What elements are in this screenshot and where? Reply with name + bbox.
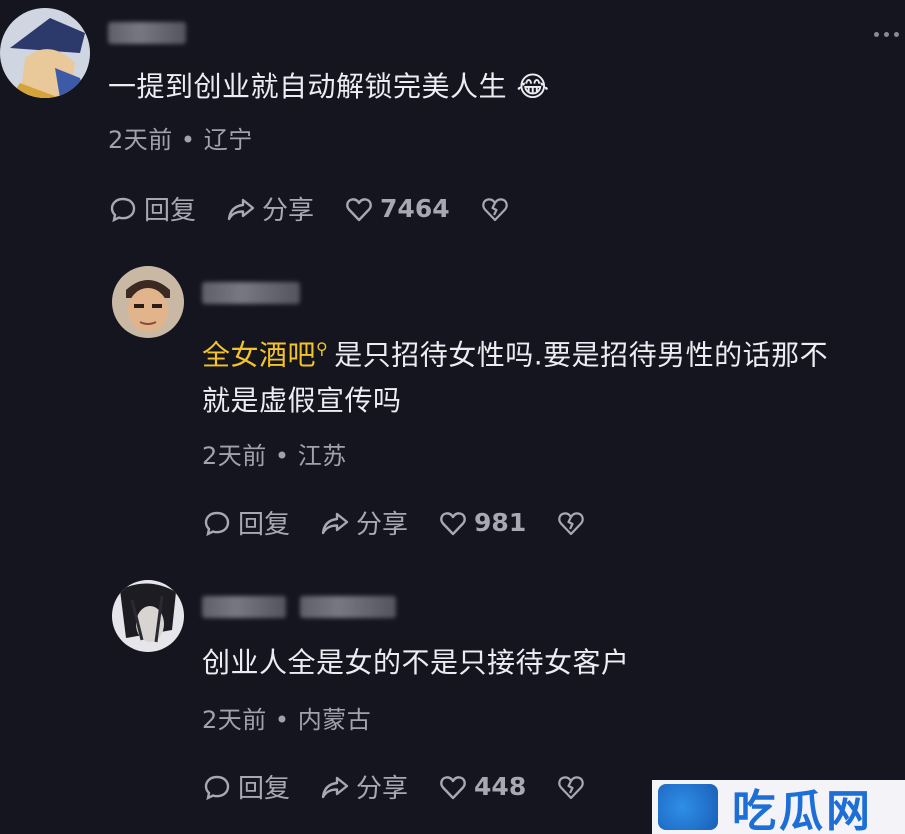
username-blurred[interactable] <box>108 22 186 44</box>
like-count: 981 <box>474 508 527 537</box>
comment-text: 创业人全是女的不是只接待女客户 <box>202 646 630 679</box>
watermark-text: 吃瓜网 <box>732 786 873 834</box>
keyword-link[interactable]: 全女酒吧 <box>202 338 316 371</box>
watermark: 吃瓜网 <box>652 780 905 834</box>
search-icon[interactable]: ⚲ <box>316 339 328 358</box>
share-icon <box>227 198 255 220</box>
username-tag-blurred <box>300 596 396 618</box>
like-heart-icon <box>440 775 466 799</box>
reply-icon <box>204 775 230 800</box>
reply-button[interactable]: 回复 <box>202 504 290 541</box>
like-heart-icon <box>346 197 372 221</box>
username-blurred[interactable] <box>202 282 300 304</box>
comment-actions: 回复 分享 7464 <box>108 190 546 227</box>
reply-icon <box>204 511 230 536</box>
comment-meta: 2天前 • 内蒙古 <box>202 700 371 735</box>
dislike-button[interactable] <box>556 508 592 538</box>
comment-text-line2: 就是虚假宣传吗 <box>202 384 402 417</box>
reply-label: 回复 <box>238 510 291 540</box>
comment-time: 2天前 <box>108 126 173 154</box>
meta-separator: • <box>274 442 290 470</box>
comment-time: 2天前 <box>202 706 267 734</box>
comment-text: 一提到创业就自动解锁完美人生 😂 <box>108 70 550 103</box>
dislike-heart-icon <box>481 197 508 221</box>
share-button[interactable]: 分享 <box>226 190 314 227</box>
reply-button[interactable]: 回复 <box>202 768 290 805</box>
comment-actions: 回复 分享 448 <box>202 768 622 805</box>
dislike-heart-icon <box>558 775 584 799</box>
more-options-icon[interactable] <box>874 32 899 37</box>
like-button[interactable]: 981 <box>438 508 526 538</box>
share-icon <box>321 776 349 798</box>
comment-location: 内蒙古 <box>297 706 372 734</box>
comment-location: 江苏 <box>297 442 347 470</box>
share-label: 分享 <box>356 510 409 540</box>
reply-label: 回复 <box>144 196 197 226</box>
username-blurred[interactable] <box>202 596 286 618</box>
like-count: 7464 <box>380 194 450 223</box>
avatar-image <box>0 8 90 98</box>
like-button[interactable]: 7464 <box>344 194 450 224</box>
like-count: 448 <box>474 772 527 801</box>
share-label: 分享 <box>262 196 315 226</box>
like-button[interactable]: 448 <box>438 772 526 802</box>
avatar-image <box>112 580 184 652</box>
dislike-heart-icon <box>558 511 584 535</box>
avatar[interactable] <box>112 580 184 652</box>
reply-label: 回复 <box>238 774 291 804</box>
comment-text: 全女酒吧⚲ 是只招待女性吗.要是招待男性的话那不 <box>202 324 828 380</box>
share-button[interactable]: 分享 <box>320 768 408 805</box>
comment-text-line1: 是只招待女性吗.要是招待男性的话那不 <box>334 338 829 372</box>
share-label: 分享 <box>356 774 409 804</box>
meta-separator: • <box>274 706 290 734</box>
avatar[interactable] <box>0 8 90 98</box>
meta-separator: • <box>180 126 196 154</box>
watermark-logo-icon <box>658 784 718 830</box>
comment-meta: 2天前 • 辽宁 <box>108 120 253 155</box>
dislike-button[interactable] <box>480 194 516 224</box>
comment-time: 2天前 <box>202 442 267 470</box>
avatar-image <box>112 266 184 338</box>
comment-meta: 2天前 • 江苏 <box>202 436 347 471</box>
avatar[interactable] <box>112 266 184 338</box>
reply-icon <box>110 197 136 222</box>
like-heart-icon <box>440 511 466 535</box>
share-button[interactable]: 分享 <box>320 504 408 541</box>
comment-location: 辽宁 <box>203 126 253 154</box>
reply-button[interactable]: 回复 <box>108 190 196 227</box>
share-icon <box>321 512 349 534</box>
comment-thread: 一提到创业就自动解锁完美人生 😂 2天前 • 辽宁 回复 分享 7464 全女酒… <box>0 0 905 834</box>
dislike-button[interactable] <box>556 772 592 802</box>
comment-actions: 回复 分享 981 <box>202 504 622 541</box>
